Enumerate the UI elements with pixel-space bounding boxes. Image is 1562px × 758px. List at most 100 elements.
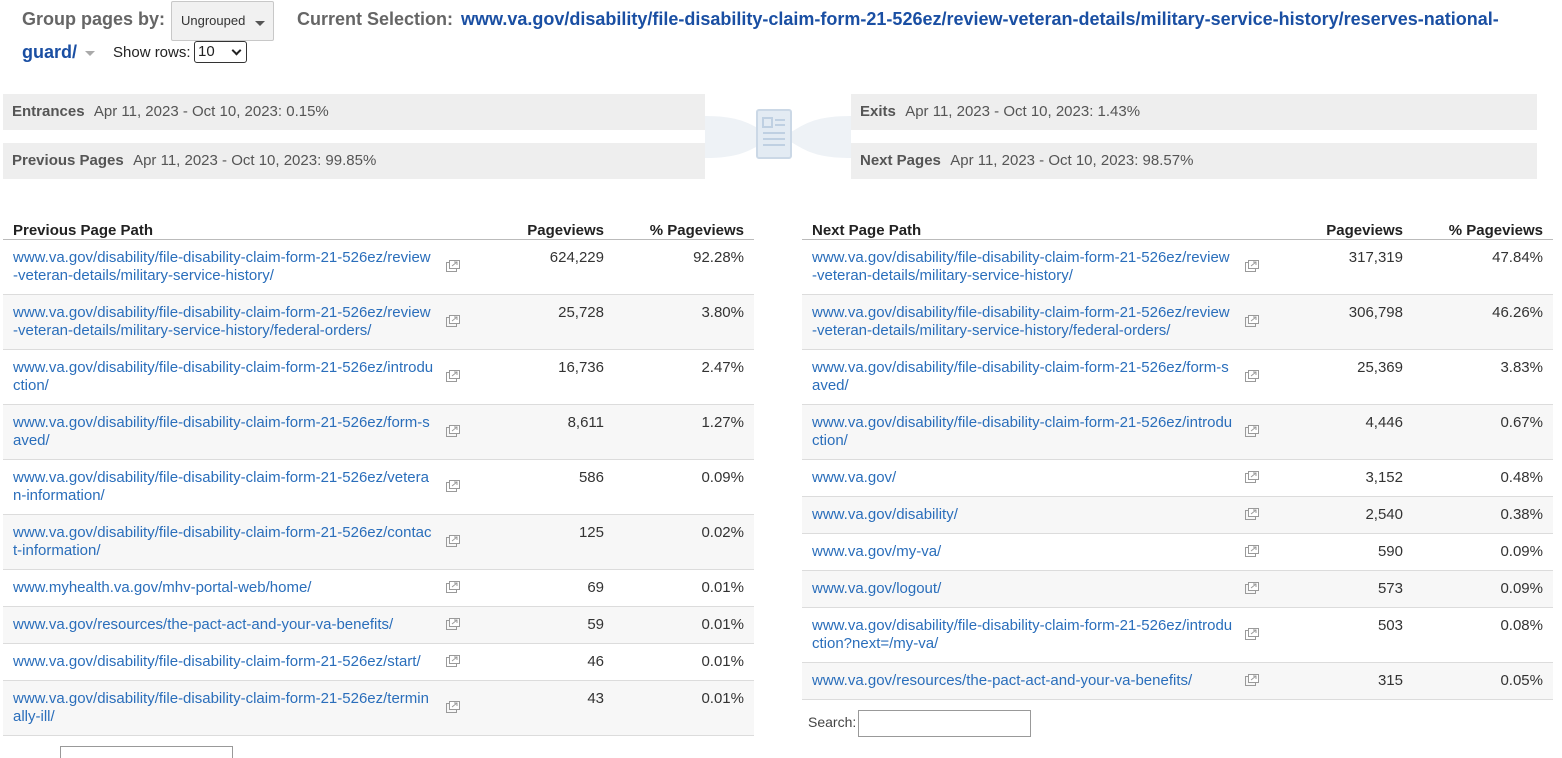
table-row[interactable]: www.va.gov/disability/file-disability-cl… [802,607,1553,663]
next-pages-band[interactable]: Next Pages Apr 11, 2023 - Oct 10, 2023: … [851,143,1537,179]
page-path-cell[interactable]: www.va.gov/disability/file-disability-cl… [3,680,470,736]
page-path-link[interactable]: www.va.gov/disability/file-disability-cl… [812,304,1230,339]
entrances-band[interactable]: Entrances Apr 11, 2023 - Oct 10, 2023: 0… [3,94,705,130]
current-selection-url-continued[interactable]: guard/ [22,42,77,63]
page-path-link[interactable]: www.va.gov/my-va/ [812,543,941,560]
external-link-icon[interactable] [1245,508,1259,520]
page-path-cell[interactable]: www.va.gov/disability/file-disability-cl… [802,607,1269,663]
table-row[interactable]: www.va.gov/disability/file-disability-cl… [3,349,754,405]
table-row[interactable]: www.va.gov/disability/file-disability-cl… [802,239,1553,295]
page-path-link[interactable]: www.va.gov/logout/ [812,580,941,597]
external-link-icon[interactable] [1245,260,1259,272]
column-header-pageviews[interactable]: Pageviews [1269,211,1413,240]
page-path-link[interactable]: www.va.gov/disability/file-disability-cl… [13,690,429,725]
page-path-cell[interactable]: www.myhealth.va.gov/mhv-portal-web/home/ [3,569,470,607]
external-link-icon[interactable] [446,618,460,630]
pageviews-cell: 43 [470,680,614,736]
table-row[interactable]: www.va.gov/disability/file-disability-cl… [3,404,754,460]
page-path-link[interactable]: www.va.gov/ [812,469,896,486]
external-link-icon[interactable] [446,655,460,667]
selection-caret-down-icon[interactable] [85,51,95,56]
group-pages-dropdown[interactable]: Ungrouped [171,1,274,41]
external-link-icon[interactable] [1245,628,1259,640]
table-row[interactable]: www.va.gov/disability/2,540 0.38% [802,496,1553,534]
page-path-link[interactable]: www.va.gov/disability/file-disability-cl… [812,617,1232,652]
external-link-icon[interactable] [446,425,460,437]
page-path-cell[interactable]: www.va.gov/disability/file-disability-cl… [802,239,1269,295]
page-path-cell[interactable]: www.va.gov/disability/file-disability-cl… [3,643,470,681]
table-row[interactable]: www.va.gov/disability/file-disability-cl… [802,294,1553,350]
page-path-link[interactable]: www.va.gov/disability/file-disability-cl… [13,304,431,339]
previous-pages-band[interactable]: Previous Pages Apr 11, 2023 - Oct 10, 20… [3,143,705,179]
column-header-path[interactable]: Previous Page Path [3,211,470,240]
column-header-pct-pageviews[interactable]: % Pageviews [1413,211,1553,240]
page-path-cell[interactable]: www.va.gov/disability/file-disability-cl… [3,294,470,350]
table-row[interactable]: www.va.gov/disability/file-disability-cl… [3,294,754,350]
page-path-link[interactable]: www.va.gov/disability/file-disability-cl… [13,524,431,559]
pageviews-cell: 317,319 [1269,239,1413,295]
page-path-cell[interactable]: www.va.gov/disability/file-disability-cl… [802,349,1269,405]
page-path-cell[interactable]: www.va.gov/ [802,459,1269,497]
page-path-cell[interactable]: www.va.gov/logout/ [802,570,1269,608]
page-path-cell[interactable]: www.va.gov/disability/ [802,496,1269,534]
page-path-cell[interactable]: www.va.gov/disability/file-disability-cl… [3,404,470,460]
table-row[interactable]: www.va.gov/disability/file-disability-cl… [802,349,1553,405]
page-path-link[interactable]: www.va.gov/disability/file-disability-cl… [13,414,430,449]
page-path-cell[interactable]: www.va.gov/disability/file-disability-cl… [3,514,470,570]
column-header-pageviews[interactable]: Pageviews [470,211,614,240]
external-link-icon[interactable] [1245,370,1259,382]
table-row[interactable]: www.va.gov/disability/file-disability-cl… [802,404,1553,460]
external-link-icon[interactable] [446,315,460,327]
pageviews-cell: 624,229 [470,239,614,295]
page-path-cell[interactable]: www.va.gov/resources/the-pact-act-and-yo… [802,662,1269,700]
table-row[interactable]: www.va.gov/resources/the-pact-act-and-yo… [802,662,1553,700]
external-link-icon[interactable] [446,535,460,547]
external-link-icon[interactable] [446,260,460,272]
page-path-link[interactable]: www.va.gov/disability/file-disability-cl… [812,249,1230,284]
external-link-icon[interactable] [446,701,460,713]
external-link-icon[interactable] [1245,582,1259,594]
page-path-link[interactable]: www.va.gov/disability/file-disability-cl… [13,249,431,284]
page-path-cell[interactable]: www.va.gov/disability/file-disability-cl… [3,349,470,405]
secondary-search-input[interactable] [60,746,233,758]
table-row[interactable]: www.va.gov/disability/file-disability-cl… [3,239,754,295]
show-rows-select[interactable]: 10 [194,41,247,63]
table-row[interactable]: www.myhealth.va.gov/mhv-portal-web/home/… [3,569,754,607]
page-path-link[interactable]: www.va.gov/resources/the-pact-act-and-yo… [13,616,393,633]
search-input[interactable] [858,710,1031,737]
page-path-link[interactable]: www.va.gov/disability/file-disability-cl… [812,414,1232,449]
table-row[interactable]: www.va.gov/logout/573 0.09% [802,570,1553,608]
external-link-icon[interactable] [1245,315,1259,327]
page-path-cell[interactable]: www.va.gov/resources/the-pact-act-and-yo… [3,606,470,644]
external-link-icon[interactable] [1245,674,1259,686]
page-path-link[interactable]: www.va.gov/disability/file-disability-cl… [13,653,421,670]
page-path-link[interactable]: www.va.gov/resources/the-pact-act-and-yo… [812,672,1192,689]
table-row[interactable]: www.va.gov/disability/file-disability-cl… [3,680,754,736]
page-path-link[interactable]: www.va.gov/disability/file-disability-cl… [812,359,1229,394]
external-link-icon[interactable] [1245,425,1259,437]
external-link-icon[interactable] [446,581,460,593]
page-path-cell[interactable]: www.va.gov/disability/file-disability-cl… [3,459,470,515]
table-row[interactable]: www.va.gov/disability/file-disability-cl… [3,459,754,515]
external-link-icon[interactable] [1245,545,1259,557]
page-path-link[interactable]: www.va.gov/disability/ [812,506,958,523]
exits-band[interactable]: Exits Apr 11, 2023 - Oct 10, 2023: 1.43% [851,94,1537,130]
page-path-cell[interactable]: www.va.gov/disability/file-disability-cl… [802,404,1269,460]
page-path-cell[interactable]: www.va.gov/disability/file-disability-cl… [802,294,1269,350]
external-link-icon[interactable] [446,480,460,492]
table-row[interactable]: www.va.gov/disability/file-disability-cl… [3,643,754,681]
table-row[interactable]: www.va.gov/disability/file-disability-cl… [3,514,754,570]
external-link-icon[interactable] [446,370,460,382]
page-path-link[interactable]: www.va.gov/disability/file-disability-cl… [13,469,429,504]
page-path-link[interactable]: www.va.gov/disability/file-disability-cl… [13,359,433,394]
table-row[interactable]: www.va.gov/3,152 0.48% [802,459,1553,497]
external-link-icon[interactable] [1245,471,1259,483]
page-path-cell[interactable]: www.va.gov/disability/file-disability-cl… [3,239,470,295]
page-path-cell[interactable]: www.va.gov/my-va/ [802,533,1269,571]
current-selection-url[interactable]: www.va.gov/disability/file-disability-cl… [461,9,1499,30]
table-row[interactable]: www.va.gov/my-va/590 0.09% [802,533,1553,571]
column-header-pct-pageviews[interactable]: % Pageviews [614,211,754,240]
page-path-link[interactable]: www.myhealth.va.gov/mhv-portal-web/home/ [13,579,311,596]
column-header-path[interactable]: Next Page Path [802,211,1269,240]
table-row[interactable]: www.va.gov/resources/the-pact-act-and-yo… [3,606,754,644]
